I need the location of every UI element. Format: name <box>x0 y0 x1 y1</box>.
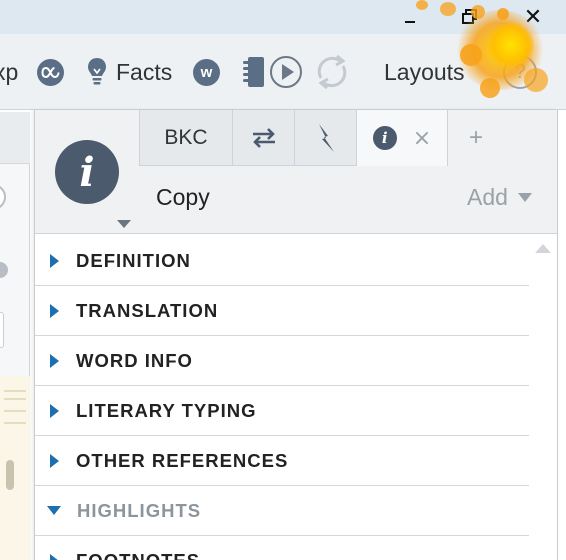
toolbar-exp-button[interactable]: xp <box>0 34 18 110</box>
left-panel-input[interactable] <box>0 312 4 348</box>
section-label: TRANSLATION <box>76 299 219 321</box>
tab-lightning[interactable] <box>294 110 356 166</box>
section-list: DEFINITION TRANSLATION WORD INFO LITERAR… <box>35 236 529 560</box>
section-label: OTHER REFERENCES <box>76 449 289 471</box>
information-panel-icon[interactable]: i <box>55 140 119 204</box>
atlas-icon <box>37 58 64 86</box>
sync-icon <box>317 54 347 90</box>
main-toolbar: xp Facts w <box>0 34 566 110</box>
help-icon: ? <box>503 55 537 89</box>
left-panel-scrollbar[interactable] <box>6 460 14 490</box>
restore-button[interactable] <box>455 4 485 30</box>
scroll-up-arrow-icon[interactable] <box>535 244 551 253</box>
panel-header: i BKC i × + Copy Add <box>35 110 557 234</box>
section-word-info[interactable]: WORD INFO <box>35 336 529 386</box>
lightbulb-icon <box>88 58 106 85</box>
section-label: LITERARY TYPING <box>76 399 257 421</box>
expand-triangle-icon <box>50 403 59 418</box>
add-menu-button[interactable]: Add <box>467 184 532 211</box>
toolbar-play-button[interactable] <box>270 34 302 110</box>
section-highlights[interactable]: HIGHLIGHTS <box>35 486 529 536</box>
toolbar-layouts-button[interactable]: Layouts <box>384 34 465 110</box>
panel-menu-caret-icon[interactable] <box>117 220 131 228</box>
toolbar-help-button[interactable]: ? <box>503 34 537 110</box>
toolbar-facts-button[interactable]: Facts <box>86 34 172 110</box>
toolbar-sync-button[interactable] <box>313 34 351 110</box>
tab-parallel-resources[interactable] <box>232 110 294 166</box>
section-translation[interactable]: TRANSLATION <box>35 286 529 336</box>
section-label: HIGHLIGHTS <box>77 499 202 521</box>
expand-triangle-icon <box>50 303 59 318</box>
w-icon: w <box>193 58 220 86</box>
left-panel-header <box>0 112 30 164</box>
chevron-down-icon <box>517 193 532 202</box>
section-definition[interactable]: DEFINITION <box>35 236 529 286</box>
expand-triangle-icon <box>50 353 59 368</box>
left-background-panel <box>0 112 30 560</box>
panel-tabs: BKC i × + <box>139 110 504 166</box>
expand-triangle-icon <box>50 253 59 268</box>
tab-bkc[interactable]: BKC <box>139 110 232 166</box>
close-tab-icon[interactable]: × <box>413 126 431 151</box>
copy-button[interactable]: Copy <box>156 184 210 211</box>
section-footnotes[interactable]: FOOTNOTES <box>35 536 529 560</box>
toolbar-atlas-button[interactable] <box>37 34 64 110</box>
section-label: DEFINITION <box>76 249 191 271</box>
add-tab-button[interactable]: + <box>448 110 504 166</box>
toolbar-notebook-button[interactable] <box>241 34 267 110</box>
tab-bkc-label: BKC <box>164 125 208 149</box>
section-label: WORD INFO <box>76 349 193 371</box>
lightning-icon <box>318 123 334 152</box>
toolbar-layouts-label: Layouts <box>384 58 465 85</box>
close-window-button[interactable]: ✕ <box>518 4 548 30</box>
section-literary-typing[interactable]: LITERARY TYPING <box>35 386 529 436</box>
play-icon <box>270 56 302 88</box>
section-other-references[interactable]: OTHER REFERENCES <box>35 436 529 486</box>
restore-icon <box>462 9 477 24</box>
information-panel: i BKC i × + Copy Add DEFINITION TRANSLAT… <box>34 110 558 560</box>
swap-arrows-icon <box>252 127 275 148</box>
expand-triangle-icon <box>50 453 59 468</box>
toolbar-w-button[interactable]: w <box>193 34 220 110</box>
add-menu-label: Add <box>467 184 508 210</box>
toolbar-facts-label: Facts <box>116 58 173 85</box>
info-icon: i <box>372 126 397 150</box>
window-titlebar: ✕ <box>0 0 566 34</box>
left-panel-document <box>0 376 30 560</box>
notebook-icon <box>243 57 264 87</box>
section-label: FOOTNOTES <box>76 549 201 560</box>
collapse-triangle-icon <box>47 506 61 515</box>
minimize-button[interactable] <box>395 4 425 30</box>
toolbar-exp-label: xp <box>0 58 19 85</box>
left-panel-circle-control[interactable] <box>0 184 6 210</box>
expand-triangle-icon <box>50 553 59 560</box>
tab-information[interactable]: i × <box>356 110 448 166</box>
left-panel-clear-icon[interactable] <box>0 262 8 278</box>
